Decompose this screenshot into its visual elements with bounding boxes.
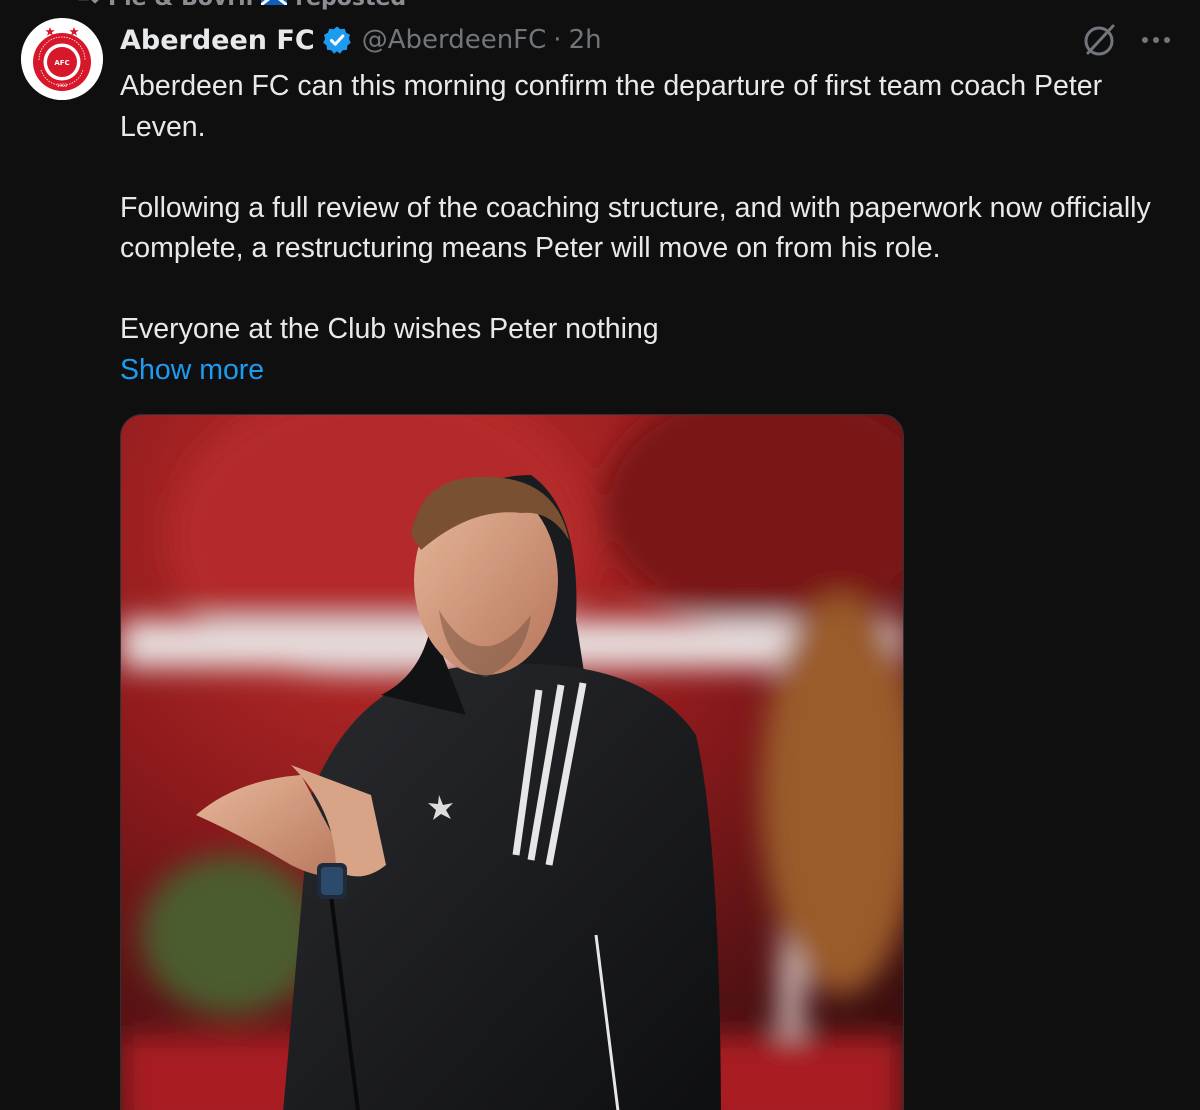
tweet-header: Aberdeen FC @AberdeenFC · 2h [120, 20, 602, 60]
tweet-paragraph-3: Everyone at the Club wishes Peter nothin… [120, 313, 659, 345]
handle[interactable]: @AberdeenFC [362, 25, 547, 55]
tweet-paragraph-1: Aberdeen FC can this morning confirm the… [120, 70, 1103, 143]
show-more-link[interactable]: Show more [120, 350, 264, 391]
repost-label: reposted [295, 0, 406, 11]
display-name[interactable]: Aberdeen FC [120, 25, 315, 56]
separator-dot: · [553, 25, 562, 55]
timestamp[interactable]: 2h [569, 25, 602, 55]
repost-icon [74, 0, 100, 12]
repost-user[interactable]: Pie & Bovril [108, 0, 253, 11]
verified-badge-icon[interactable] [322, 25, 352, 55]
avatar-year: 1903 [57, 83, 68, 88]
tweet-card[interactable]: Pie & Bovril reposted AFC 1903 Aberdeen … [0, 0, 1200, 1110]
avatar-monogram: AFC [54, 59, 69, 67]
avatar[interactable]: AFC 1903 [21, 18, 103, 100]
flag-icon [260, 0, 289, 11]
more-options-icon[interactable] [1138, 26, 1174, 54]
repost-indicator[interactable]: Pie & Bovril reposted [74, 0, 406, 12]
tweet-paragraph-2: Following a full review of the coaching … [120, 191, 1151, 265]
grok-icon[interactable] [1082, 22, 1118, 58]
tweet-text: Aberdeen FC can this morning confirm the… [120, 66, 1190, 390]
tweet-image[interactable] [120, 414, 904, 1110]
